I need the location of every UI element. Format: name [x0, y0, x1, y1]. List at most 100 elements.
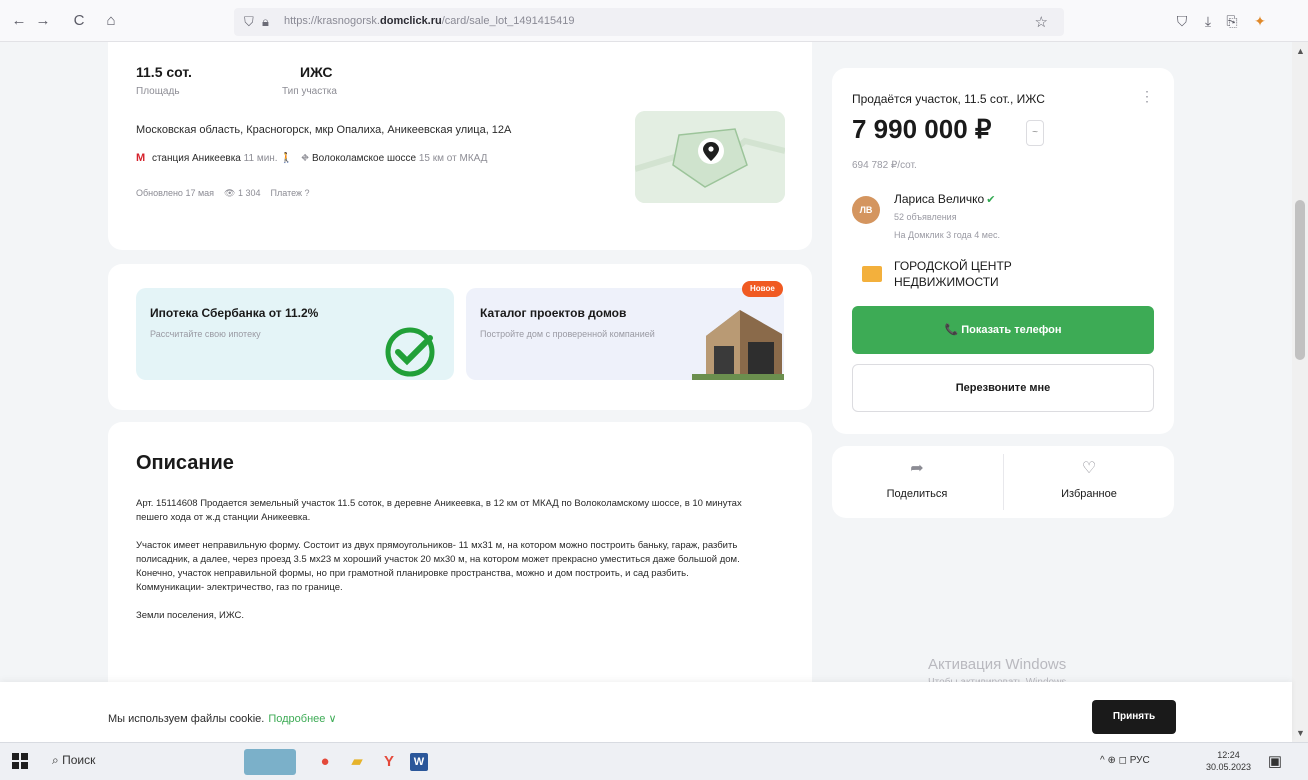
description-paragraph: Земли поселения, ИЖС. — [136, 610, 244, 621]
avatar[interactable]: ЛВ — [852, 196, 880, 224]
windows-start-icon[interactable] — [12, 753, 28, 769]
cookie-accept-button[interactable]: Принять — [1092, 700, 1176, 734]
callback-button[interactable]: Перезвоните мне — [852, 364, 1154, 412]
type-value: ИЖС — [300, 64, 333, 80]
house-icon — [692, 310, 784, 380]
views-icon: 👁 — [224, 188, 236, 198]
yandex-icon[interactable]: Y — [376, 749, 402, 775]
page-content: 11.5 сот. Площадь ИЖС Тип участка Москов… — [0, 42, 1292, 682]
windows-taskbar: ⌕ Поиск ● ▰ Y W ^ ⊕ ◻ РУС 12:24 30.05.20… — [0, 742, 1308, 780]
watermark-title: Активация Windows — [928, 656, 1067, 673]
highway-icon: ⛖ — [301, 153, 310, 164]
share-button[interactable]: ➦ Поделиться — [832, 446, 1002, 518]
show-phone-button[interactable]: 📞 Показать телефон — [852, 306, 1154, 354]
catalog-title: Каталог проектов домов — [480, 306, 627, 320]
map-graphic — [635, 111, 785, 203]
listing-title: Продаётся участок, 11.5 сот., ИЖС — [852, 92, 1045, 106]
catalog-promo[interactable]: Каталог проектов домов Постройте дом с п… — [466, 288, 784, 380]
shield-icon[interactable]: ⛉ — [244, 14, 254, 30]
description-paragraph: Арт. 15114608 Продается земельный участо… — [136, 498, 742, 523]
extension-icon[interactable]: ✦ — [1250, 10, 1270, 32]
payment-label[interactable]: Платеж — [271, 188, 302, 198]
map-thumbnail[interactable] — [635, 111, 785, 203]
actions-card: ➦ Поделиться ♡ Избранное — [832, 446, 1174, 518]
share-toolbar-icon[interactable]: ⎘ — [1222, 10, 1242, 32]
cookie-message: Мы используем файлы cookie. — [108, 713, 265, 725]
pocket-icon[interactable]: ⛉ — [1172, 10, 1192, 32]
metro-icon: М — [136, 152, 146, 164]
page-scrollbar[interactable]: ▲ ▼ — [1292, 42, 1308, 742]
browser-app-icon[interactable]: ● — [312, 749, 338, 775]
notifications-icon[interactable]: ▣ — [1262, 749, 1288, 775]
more-menu-icon[interactable]: ⋮ — [1140, 88, 1154, 105]
price-trend-icon[interactable]: ~ — [1026, 120, 1044, 146]
description-title: Описание — [136, 452, 234, 474]
search-icon: ⌕ — [52, 753, 59, 767]
agent-name[interactable]: Лариса Величко ✔ — [894, 192, 995, 206]
description-text: Арт. 15114608 Продается земельный участо… — [136, 497, 756, 637]
walk-icon: 🚶 — [280, 153, 293, 164]
mortgage-title: Ипотека Сбербанка от 11.2% — [150, 306, 319, 320]
verified-icon: ✔ — [986, 194, 996, 206]
word-icon[interactable]: W — [410, 753, 428, 771]
url-domain: domclick.ru — [380, 15, 442, 27]
weather-widget-icon[interactable] — [244, 749, 296, 775]
scroll-down-icon[interactable]: ▼ — [1296, 728, 1305, 738]
system-tray[interactable]: ^ ⊕ ◻ РУС — [1100, 755, 1150, 766]
promo-card: Ипотека Сбербанка от 11.2% Рассчитайте с… — [108, 264, 812, 410]
back-icon[interactable]: ← — [8, 10, 30, 32]
description-card: Описание Арт. 15114608 Продается земельн… — [108, 422, 812, 682]
reload-icon[interactable]: C — [68, 10, 90, 32]
search-label: Поиск — [62, 753, 96, 767]
clock[interactable]: 12:24 30.05.2023 — [1206, 749, 1251, 773]
date: 30.05.2023 — [1206, 762, 1252, 772]
price-card: Продаётся участок, 11.5 сот., ИЖС ⋮ 7 99… — [832, 68, 1174, 434]
updated-date: Обновлено 17 мая — [136, 188, 215, 198]
area-label: Площадь — [136, 86, 180, 97]
views-count: 1 304 — [238, 188, 261, 198]
share-icon: ➦ — [910, 460, 924, 477]
help-icon[interactable]: ? — [305, 188, 310, 198]
price: 7 990 000 ₽ — [852, 114, 992, 144]
mortgage-subtitle: Рассчитайте свою ипотеку — [150, 329, 261, 339]
scroll-thumb[interactable] — [1295, 200, 1305, 360]
agent-name-text[interactable]: Лариса Величко — [894, 192, 984, 206]
favorite-label: Избранное — [1061, 488, 1117, 500]
folder-icon[interactable]: ▰ — [344, 749, 370, 775]
price-per-unit: 694 782 ₽/сот. — [852, 160, 917, 171]
heart-icon: ♡ — [1081, 460, 1097, 477]
share-label: Поделиться — [886, 488, 948, 500]
address: Московская область, Красногорск, мкр Опа… — [136, 124, 512, 136]
highway-distance: 15 км от МКАД — [418, 153, 488, 164]
listing-info-card: 11.5 сот. Площадь ИЖС Тип участка Москов… — [108, 42, 812, 250]
transport-info: М станция Аникеевка 11 мин. 🚶 ⛖ Волокола… — [136, 152, 487, 164]
agent-since: На Домклик 3 года 4 мес. — [894, 230, 1001, 240]
station-time: 11 мин. — [243, 153, 278, 164]
time: 12:24 — [1217, 750, 1240, 760]
url-text[interactable]: https://krasnogorsk.domclick.ru/card/sal… — [284, 15, 574, 27]
scroll-up-icon[interactable]: ▲ — [1296, 46, 1305, 56]
browser-toolbar: ← → C ⌂ ⛉ 🔒︎ https://krasnogorsk.domclic… — [0, 0, 1308, 42]
url-prefix: https://krasnogorsk. — [284, 15, 380, 27]
forward-icon[interactable]: → — [32, 10, 54, 32]
bookmark-star-icon[interactable]: ☆ — [1035, 13, 1048, 31]
highway-name: Волоколамское шоссе — [311, 153, 417, 164]
url-path: /card/sale_lot_1491415419 — [441, 15, 575, 27]
address-bar[interactable]: ⛉ 🔒︎ https://krasnogorsk.domclick.ru/car… — [234, 8, 1064, 36]
lock-icon[interactable]: 🔒︎ — [262, 14, 269, 30]
agency-name[interactable]: ГОРОДСКОЙ ЦЕНТР НЕДВИЖИМОСТИ — [894, 258, 1094, 290]
home-icon[interactable]: ⌂ — [100, 10, 122, 32]
cookie-banner: Мы используем файлы cookie. Подробнее ∨ П… — [0, 682, 1292, 742]
new-badge: Новое — [742, 281, 783, 297]
area-value: 11.5 сот. — [136, 64, 192, 80]
download-icon[interactable]: ⤓ — [1198, 10, 1218, 32]
cookie-text: Мы используем файлы cookie. Подробнее ∨ — [108, 712, 337, 725]
listing-stats: Обновлено 17 мая 👁 1 304 Платеж ? — [136, 188, 310, 199]
taskbar-search[interactable]: ⌕ Поиск — [52, 753, 95, 768]
agent-listings[interactable]: 52 объявления — [894, 212, 957, 222]
cookie-details-link[interactable]: Подробнее ∨ — [268, 713, 336, 725]
catalog-subtitle: Постройте дом с проверенной компанией — [480, 329, 655, 339]
station-name[interactable]: станция Аникеевка — [152, 153, 241, 164]
mortgage-promo[interactable]: Ипотека Сбербанка от 11.2% Рассчитайте с… — [136, 288, 454, 380]
favorite-button[interactable]: ♡ Избранное — [1004, 446, 1174, 518]
